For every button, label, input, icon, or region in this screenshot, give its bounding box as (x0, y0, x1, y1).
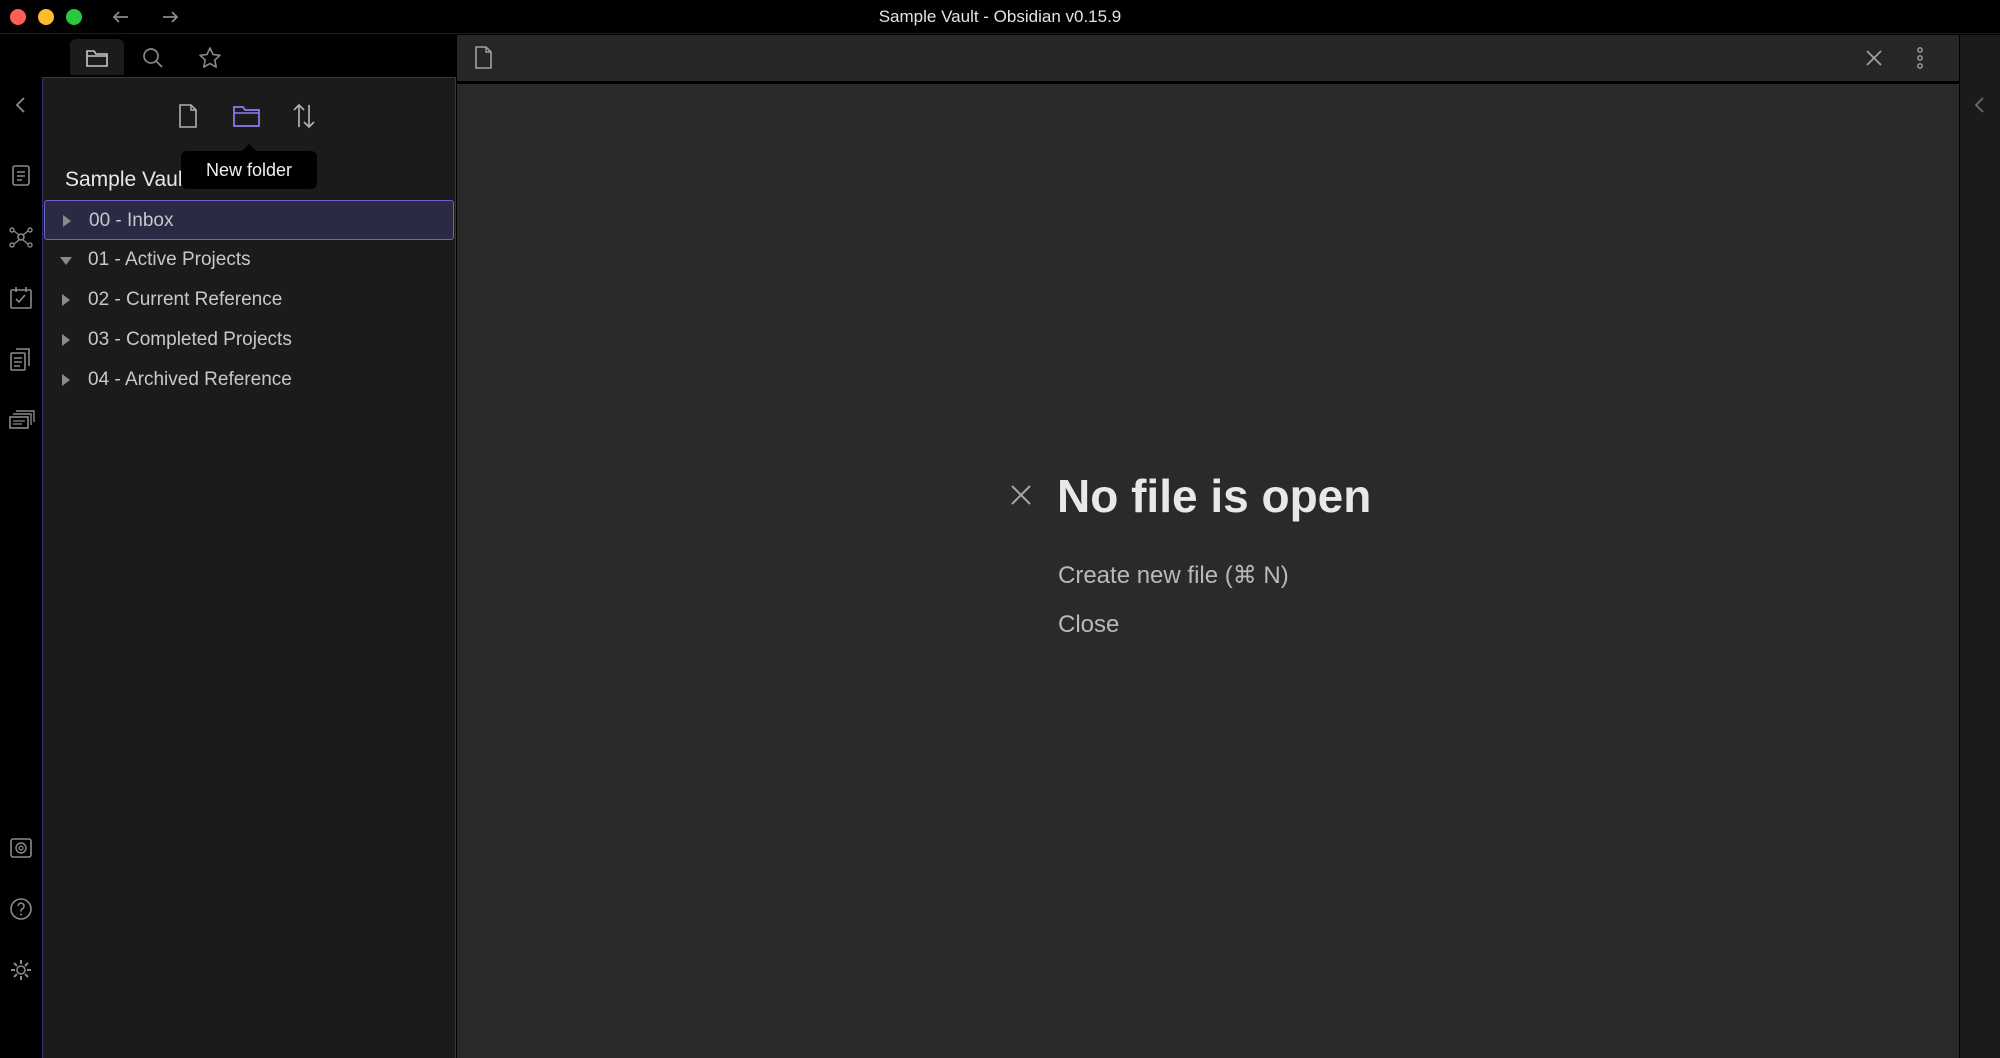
chevron-right-icon[interactable] (63, 215, 71, 227)
close-link[interactable]: Close (1058, 611, 1119, 639)
tooltip: New folder (181, 144, 317, 189)
new-note-button[interactable] (168, 96, 208, 136)
search-icon (143, 48, 163, 68)
close-pane-icon[interactable] (1859, 43, 1889, 73)
file-explorer-actions (43, 96, 455, 136)
folder-label: 04 - Archived Reference (88, 369, 292, 390)
new-note-icon (179, 104, 197, 128)
settings-icon[interactable] (7, 956, 35, 984)
title-bar: Sample Vault - Obsidian v0.15.9 (0, 0, 2000, 34)
sort-icon (293, 103, 315, 129)
new-folder-button[interactable] (226, 96, 266, 136)
chevron-right-icon[interactable] (62, 374, 70, 386)
slides-icon[interactable] (7, 406, 35, 434)
create-new-file-link[interactable]: Create new file (⌘ N) (1058, 561, 1289, 590)
tab-starred[interactable] (183, 39, 237, 75)
folder-item[interactable]: 04 - Archived Reference (44, 360, 454, 400)
chevron-right-icon[interactable] (62, 294, 70, 306)
tooltip-arrow (242, 144, 256, 151)
sort-button[interactable] (284, 96, 324, 136)
tooltip-text: New folder (205, 160, 293, 180)
help-icon[interactable] (7, 895, 35, 923)
quick-switcher-icon[interactable] (7, 161, 35, 189)
chevron-right-icon[interactable] (62, 334, 70, 346)
daily-note-icon[interactable] (7, 284, 35, 312)
editor-header (457, 35, 1959, 83)
vault-name[interactable]: Sample Vault (65, 168, 188, 192)
folder-item[interactable]: 02 - Current Reference (44, 280, 454, 320)
window-title: Sample Vault - Obsidian v0.15.9 (878, 7, 1122, 26)
folder-item[interactable]: 03 - Completed Projects (44, 320, 454, 360)
ribbon (0, 35, 42, 1058)
file-explorer: New folder Sample Vault 00 - Inbox 01 - … (42, 77, 456, 1058)
close-icon[interactable] (1005, 479, 1037, 511)
back-arrow-icon[interactable] (108, 4, 134, 30)
graph-view-icon[interactable] (7, 223, 35, 251)
chevron-down-icon[interactable] (60, 257, 72, 265)
collapse-left-icon[interactable] (7, 91, 35, 119)
tab-files[interactable] (70, 39, 124, 75)
expand-right-icon[interactable] (1966, 91, 1994, 119)
folder-label: 01 - Active Projects (88, 249, 251, 270)
empty-state-title: No file is open (1057, 470, 1372, 522)
folder-icon (86, 50, 108, 67)
tab-search[interactable] (126, 39, 180, 75)
folder-label: 03 - Completed Projects (88, 329, 292, 350)
folder-tree: 00 - Inbox 01 - Active Projects 02 - Cur… (43, 200, 455, 400)
templates-icon[interactable] (7, 345, 35, 373)
folder-item[interactable]: 01 - Active Projects (44, 240, 454, 280)
new-folder-icon (233, 106, 260, 127)
sidebar-tab-bar (42, 35, 456, 77)
folder-label: 00 - Inbox (89, 210, 174, 231)
forward-arrow-icon[interactable] (157, 4, 183, 30)
file-icon (469, 43, 499, 73)
right-sidebar-collapsed (1959, 35, 2000, 1058)
folder-label: 02 - Current Reference (88, 289, 283, 310)
vault-switcher-icon[interactable] (7, 834, 35, 862)
star-icon (199, 47, 221, 68)
more-options-icon[interactable] (1905, 43, 1935, 73)
folder-item[interactable]: 00 - Inbox (44, 200, 454, 240)
editor-pane: No file is open Create new file (⌘ N) Cl… (457, 84, 1959, 1058)
